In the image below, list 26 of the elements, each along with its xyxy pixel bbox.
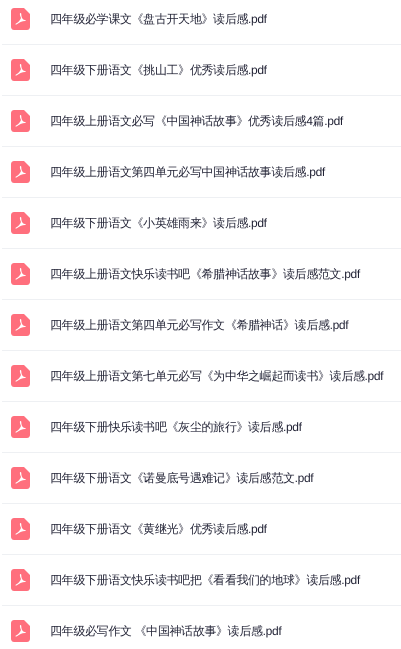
pdf-file-icon: [11, 8, 30, 30]
file-name[interactable]: 四年级下册快乐读书吧《灰尘的旅行》读后感.pdf: [50, 418, 302, 436]
pdf-file-icon: [11, 416, 30, 438]
file-name[interactable]: 四年级上册语文必写《中国神话故事》优秀读后感4篇.pdf: [50, 112, 343, 130]
file-name[interactable]: 四年级下册语文《挑山工》优秀读后感.pdf: [50, 62, 267, 78]
file-name[interactable]: 四年级下册语文快乐读书吧把《看看我们的地球》读后感.pdf: [50, 572, 360, 588]
file-name[interactable]: 四年级下册语文《小英雄雨来》读后感.pdf: [50, 214, 267, 232]
pdf-file-icon: [11, 161, 30, 183]
pdf-file-icon: [11, 263, 30, 285]
pdf-file-icon: [11, 467, 30, 489]
file-name[interactable]: 四年级上册语文第四单元必写作文《希腊神话》读后感.pdf: [50, 316, 348, 334]
file-name[interactable]: 四年级必学课文《盘古开天地》读后感.pdf: [50, 10, 267, 28]
pdf-file-icon: [11, 314, 30, 336]
file-name[interactable]: 四年级下册语文《诺曼底号遇难记》读后感范文.pdf: [50, 470, 314, 486]
pdf-file-icon: [11, 569, 30, 591]
pdf-file-icon: [11, 110, 30, 132]
file-name[interactable]: 四年级下册语文《黄继光》优秀读后感.pdf: [50, 520, 267, 538]
pdf-file-icon: [11, 365, 30, 387]
file-name[interactable]: 四年级必写作文 《中国神话故事》读后感.pdf: [50, 622, 282, 640]
pdf-file-icon: [11, 59, 30, 81]
file-name[interactable]: 四年级上册语文快乐读书吧《希腊神话故事》读后感范文.pdf: [50, 266, 360, 282]
file-name[interactable]: 四年级上册语文第七单元必写《为中华之崛起而读书》读后感.pdf: [50, 368, 384, 384]
file-name[interactable]: 四年级上册语文第四单元必写中国神话故事读后感.pdf: [50, 164, 325, 180]
pdf-file-icon: [11, 212, 30, 234]
pdf-file-icon: [11, 518, 30, 540]
pdf-file-icon: [11, 620, 30, 642]
